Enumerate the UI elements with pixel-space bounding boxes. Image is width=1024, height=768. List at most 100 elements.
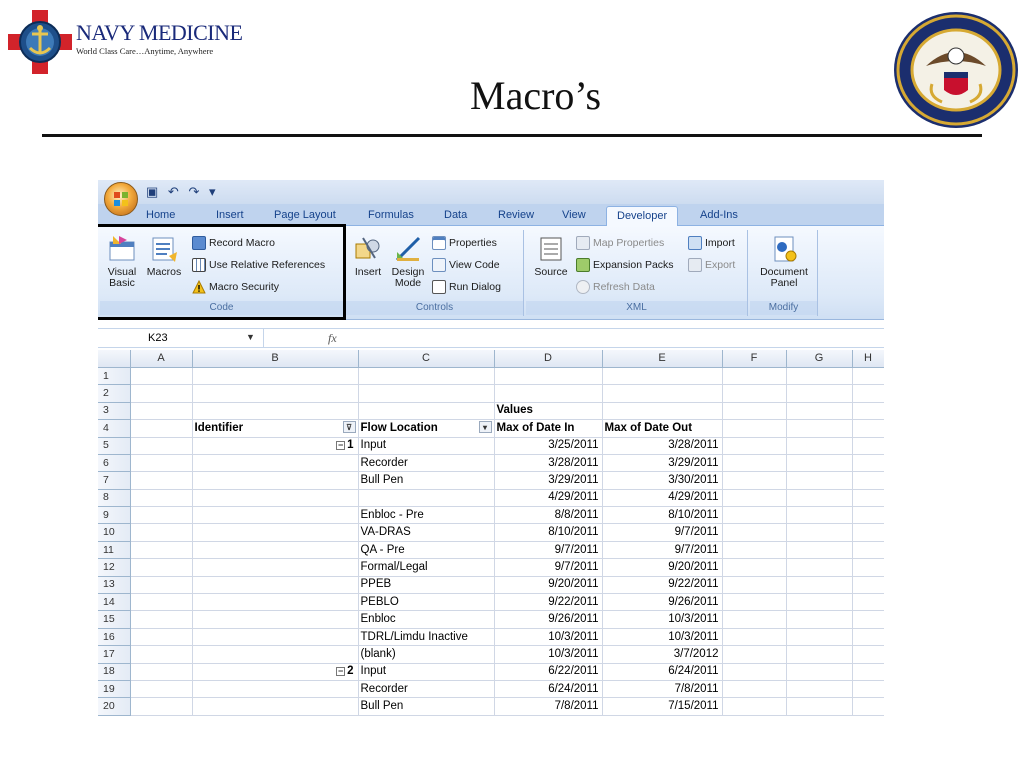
collapse-icon[interactable]: − [336,440,346,450]
tab-developer[interactable]: Developer [606,206,679,227]
cell[interactable] [786,367,853,386]
cell[interactable] [722,680,787,699]
row-number[interactable]: 4 [98,419,131,438]
flow-location-cell[interactable]: Enbloc [358,610,495,629]
cell[interactable] [358,367,495,386]
tab-home[interactable]: Home [146,209,175,221]
date-in-cell[interactable]: 3/25/2011 [494,437,603,455]
date-out-cell[interactable]: 10/3/2011 [602,628,723,647]
cell[interactable] [852,610,884,629]
cell[interactable] [722,471,787,490]
cell[interactable] [786,593,853,612]
cell[interactable] [852,367,884,386]
cell[interactable] [786,680,853,699]
cell[interactable] [130,471,193,490]
cell[interactable] [786,558,853,577]
cell[interactable] [130,367,193,386]
flow-location-cell[interactable] [358,489,495,508]
cell[interactable] [602,384,723,403]
cell[interactable] [786,610,853,629]
cell[interactable] [852,541,884,560]
cell[interactable] [494,384,603,403]
cell[interactable] [722,593,787,612]
cell[interactable] [786,402,853,421]
cell[interactable] [722,628,787,647]
import-button[interactable]: Import [688,234,735,252]
column-header[interactable]: C [358,350,495,368]
document-panel-button[interactable]: Document Panel [754,234,814,289]
row-number[interactable]: 8 [98,489,131,508]
redo-icon[interactable]: ↷ [188,184,199,200]
identifier-cell[interactable] [192,558,359,577]
cell[interactable] [130,628,193,647]
cell[interactable] [722,506,787,525]
date-in-cell[interactable]: 3/28/2011 [494,454,603,473]
cell[interactable] [130,541,193,560]
cell[interactable] [722,437,787,455]
date-out-cell[interactable]: 7/8/2011 [602,680,723,699]
cell[interactable] [852,471,884,490]
cell[interactable] [786,384,853,403]
cell[interactable] [722,558,787,577]
cell[interactable] [852,419,884,438]
cell[interactable] [130,506,193,525]
column-header[interactable]: F [722,350,787,368]
cell[interactable] [130,454,193,473]
row-number[interactable]: 18 [98,663,131,681]
identifier-cell[interactable] [192,489,359,508]
row-number[interactable]: 2 [98,384,131,403]
identifier-cell[interactable] [192,541,359,560]
undo-icon[interactable]: ↶ [168,184,179,200]
identifier-cell[interactable] [192,628,359,647]
row-number[interactable]: 13 [98,576,131,595]
column-header[interactable]: H [852,350,884,368]
tab-formulas[interactable]: Formulas [368,209,414,221]
date-in-cell[interactable]: 8/8/2011 [494,506,603,525]
row-number[interactable]: 17 [98,645,131,664]
cell[interactable] [722,454,787,473]
date-out-cell[interactable]: 6/24/2011 [602,663,723,681]
cell[interactable] [786,419,853,438]
row-number[interactable]: 16 [98,628,131,647]
date-in-cell[interactable]: 4/29/2011 [494,489,603,508]
expansion-packs-button[interactable]: Expansion Packs [576,256,674,274]
cell[interactable] [722,402,787,421]
name-box[interactable]: K23 [98,329,264,348]
identifier-cell[interactable] [192,523,359,542]
cell[interactable] [786,489,853,508]
cell[interactable] [722,367,787,386]
cell[interactable] [130,558,193,577]
date-in-cell[interactable]: 10/3/2011 [494,645,603,664]
row-number[interactable]: 11 [98,541,131,560]
cell[interactable] [786,645,853,664]
identifier-cell[interactable] [192,576,359,595]
row-number[interactable]: 6 [98,454,131,473]
row-number[interactable]: 12 [98,558,131,577]
cell[interactable] [722,384,787,403]
map-properties-button[interactable]: Map Properties [576,234,664,252]
cell[interactable] [130,680,193,699]
row-number[interactable]: 10 [98,523,131,542]
date-in-cell[interactable]: 9/20/2011 [494,576,603,595]
date-in-cell[interactable]: 3/29/2011 [494,471,603,490]
export-button[interactable]: Export [688,256,735,274]
cell[interactable] [852,437,884,455]
cell[interactable] [852,523,884,542]
cell[interactable] [358,402,495,421]
date-in-cell[interactable]: 9/22/2011 [494,593,603,612]
cell[interactable] [192,402,359,421]
cell[interactable] [130,576,193,595]
column-header[interactable]: G [786,350,853,368]
run-dialog-button[interactable]: Run Dialog [432,278,501,296]
cell[interactable] [130,610,193,629]
insert-function-icon[interactable]: fx [328,331,337,346]
identifier-cell[interactable] [192,680,359,699]
cell[interactable] [192,384,359,403]
identifier-cell[interactable]: −1 [192,437,359,455]
cell[interactable] [786,437,853,455]
flow-location-cell[interactable]: Input [358,663,495,681]
date-out-cell[interactable]: 3/28/2011 [602,437,723,455]
column-header[interactable]: E [602,350,723,368]
design-mode-button[interactable]: Design Mode [388,234,428,289]
date-out-cell[interactable]: 9/26/2011 [602,593,723,612]
